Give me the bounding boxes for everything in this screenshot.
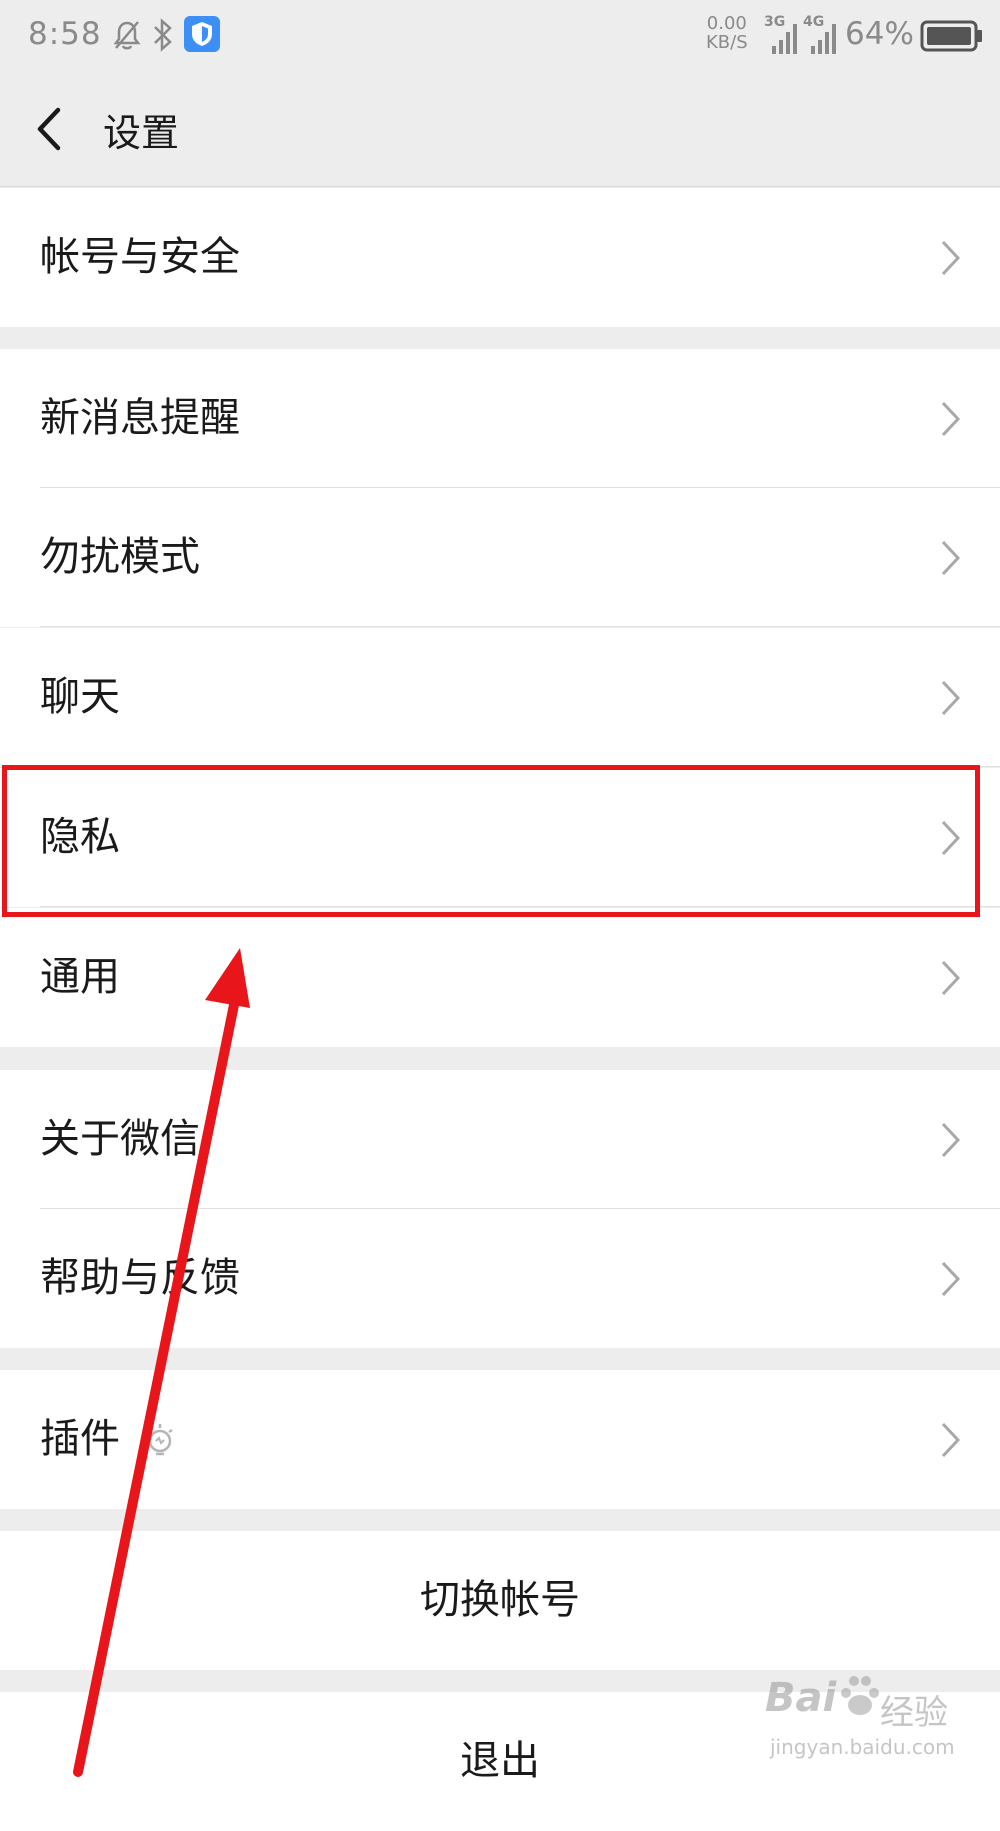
paw-icon <box>841 1676 879 1715</box>
watermark-url: jingyan.baidu.com <box>770 1735 955 1759</box>
watermark-brand: Bai <box>765 1675 837 1721</box>
watermark-jingyan: 经验 <box>880 1693 948 1733</box>
baidu-watermark: Bai 经验 jingyan.baidu.com <box>760 1665 990 1775</box>
red-arrow-annotation <box>73 948 250 1777</box>
